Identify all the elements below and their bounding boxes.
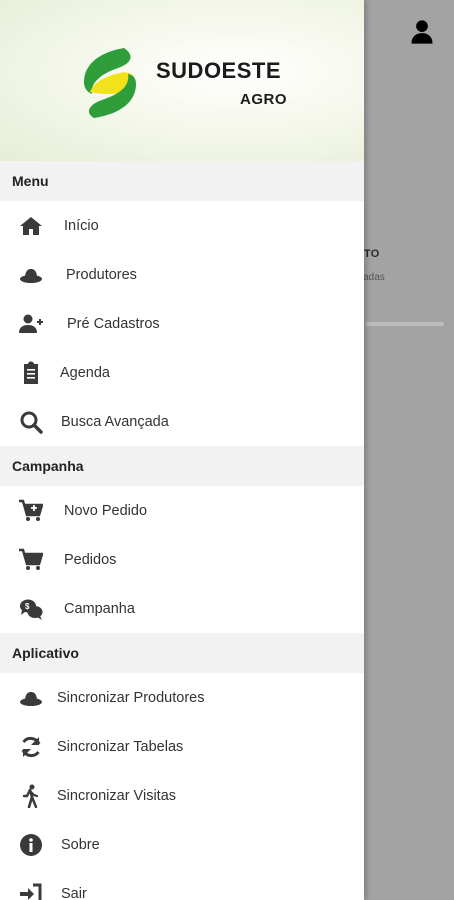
user-icon[interactable] bbox=[408, 18, 436, 46]
section-header-aplicativo: Aplicativo bbox=[0, 633, 364, 673]
logo-leaf-icon bbox=[84, 48, 136, 118]
svg-text:$: $ bbox=[25, 602, 30, 611]
menu-item-label: Pré Cadastros bbox=[67, 315, 160, 332]
menu-item-label: Novo Pedido bbox=[64, 502, 148, 519]
menu-item-label: Sincronizar Visitas bbox=[57, 787, 177, 804]
brand-name: SUDOESTE bbox=[156, 58, 282, 83]
walking-icon bbox=[18, 783, 44, 809]
menu-item-label: Sincronizar Tabelas bbox=[57, 738, 184, 755]
menu-item-agenda[interactable]: Agenda bbox=[0, 348, 364, 397]
menu-item-sincronizar-produtores[interactable]: Sincronizar Produtores bbox=[0, 673, 364, 722]
background-divider bbox=[366, 322, 444, 326]
hat-icon bbox=[18, 685, 44, 711]
menu-item-inicio[interactable]: Início bbox=[0, 201, 364, 250]
menu-item-sair[interactable]: Sair bbox=[0, 869, 364, 900]
menu-item-label: Produtores bbox=[66, 266, 137, 283]
menu-item-pre-cadastros[interactable]: Pré Cadastros bbox=[0, 299, 364, 348]
cart-icon bbox=[18, 547, 44, 573]
menu-item-sincronizar-visitas[interactable]: Sincronizar Visitas bbox=[0, 771, 364, 820]
search-icon bbox=[18, 409, 44, 435]
navigation-drawer: SUDOESTE AGRO Menu Início Produtores Pré… bbox=[0, 0, 364, 900]
menu-item-busca-avancada[interactable]: Busca Avançada bbox=[0, 397, 364, 446]
home-icon bbox=[18, 213, 44, 239]
brand-subtitle: AGRO bbox=[240, 91, 287, 108]
menu-item-sobre[interactable]: Sobre bbox=[0, 820, 364, 869]
clipboard-icon bbox=[18, 360, 44, 386]
section-header-menu: Menu bbox=[0, 161, 364, 201]
user-plus-icon bbox=[18, 311, 44, 337]
menu-item-label: Início bbox=[64, 217, 99, 234]
menu-item-label: Pedidos bbox=[64, 551, 117, 568]
cart-plus-icon bbox=[18, 498, 44, 524]
menu-item-label: Campanha bbox=[64, 600, 135, 617]
menu-item-pedidos[interactable]: Pedidos bbox=[0, 535, 364, 584]
sync-icon bbox=[18, 734, 44, 760]
menu-item-label: Agenda bbox=[60, 364, 110, 381]
section-header-campanha: Campanha bbox=[0, 446, 364, 486]
menu-item-produtores[interactable]: Produtores bbox=[0, 250, 364, 299]
menu-item-novo-pedido[interactable]: Novo Pedido bbox=[0, 486, 364, 535]
menu-item-label: Sobre bbox=[61, 836, 100, 853]
menu-item-label: Sincronizar Produtores bbox=[57, 689, 205, 706]
sign-in-icon bbox=[18, 881, 44, 900]
info-icon bbox=[18, 832, 44, 858]
menu-item-sincronizar-tabelas[interactable]: Sincronizar Tabelas bbox=[0, 722, 364, 771]
drawer-header: SUDOESTE AGRO bbox=[0, 0, 364, 161]
menu-item-campanha[interactable]: $ Campanha bbox=[0, 584, 364, 633]
hat-icon bbox=[18, 262, 44, 288]
menu-item-label: Sair bbox=[61, 885, 87, 900]
menu-item-label: Busca Avançada bbox=[61, 413, 169, 430]
money-chat-icon: $ bbox=[18, 596, 44, 622]
